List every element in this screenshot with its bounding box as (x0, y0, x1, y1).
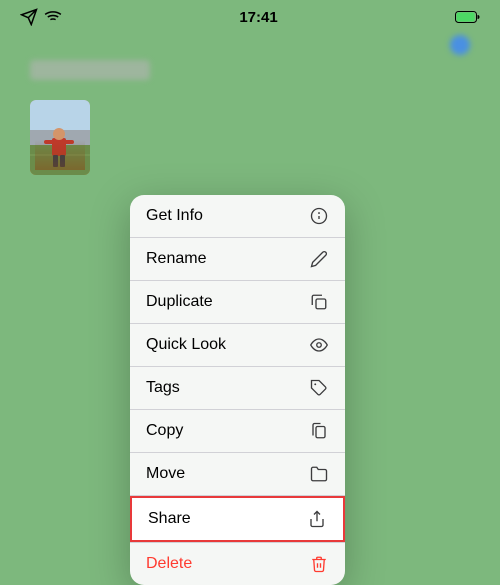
status-right-icons (455, 11, 480, 23)
menu-item-share[interactable]: Share (130, 496, 345, 542)
context-menu: Get Info Rename Duplicate Quick (130, 195, 345, 585)
airplane-icon (20, 8, 38, 26)
wifi-icon (44, 8, 62, 26)
pencil-icon (309, 249, 329, 269)
bg-title (30, 60, 150, 80)
menu-item-get-info[interactable]: Get Info (130, 195, 345, 238)
bg-blue-dot (450, 35, 470, 55)
info-icon (309, 206, 329, 226)
menu-item-tags[interactable]: Tags (130, 367, 345, 410)
menu-item-delete[interactable]: Delete (130, 542, 345, 585)
menu-item-move[interactable]: Move (130, 453, 345, 496)
battery-icon (455, 11, 480, 23)
menu-item-rename[interactable]: Rename (130, 238, 345, 281)
trash-icon (309, 554, 329, 574)
file-thumbnail (30, 100, 90, 175)
menu-item-duplicate[interactable]: Duplicate (130, 281, 345, 324)
thumbnail-image (30, 100, 90, 175)
status-left-icons (20, 8, 62, 26)
copy-icon (309, 421, 329, 441)
status-bar: 17:41 (0, 0, 500, 30)
folder-icon (309, 464, 329, 484)
share-icon (307, 509, 327, 529)
status-time: 17:41 (239, 9, 277, 26)
eye-icon (309, 335, 329, 355)
tag-icon (309, 378, 329, 398)
duplicate-icon (309, 292, 329, 312)
menu-item-copy[interactable]: Copy (130, 410, 345, 453)
menu-item-quick-look[interactable]: Quick Look (130, 324, 345, 367)
